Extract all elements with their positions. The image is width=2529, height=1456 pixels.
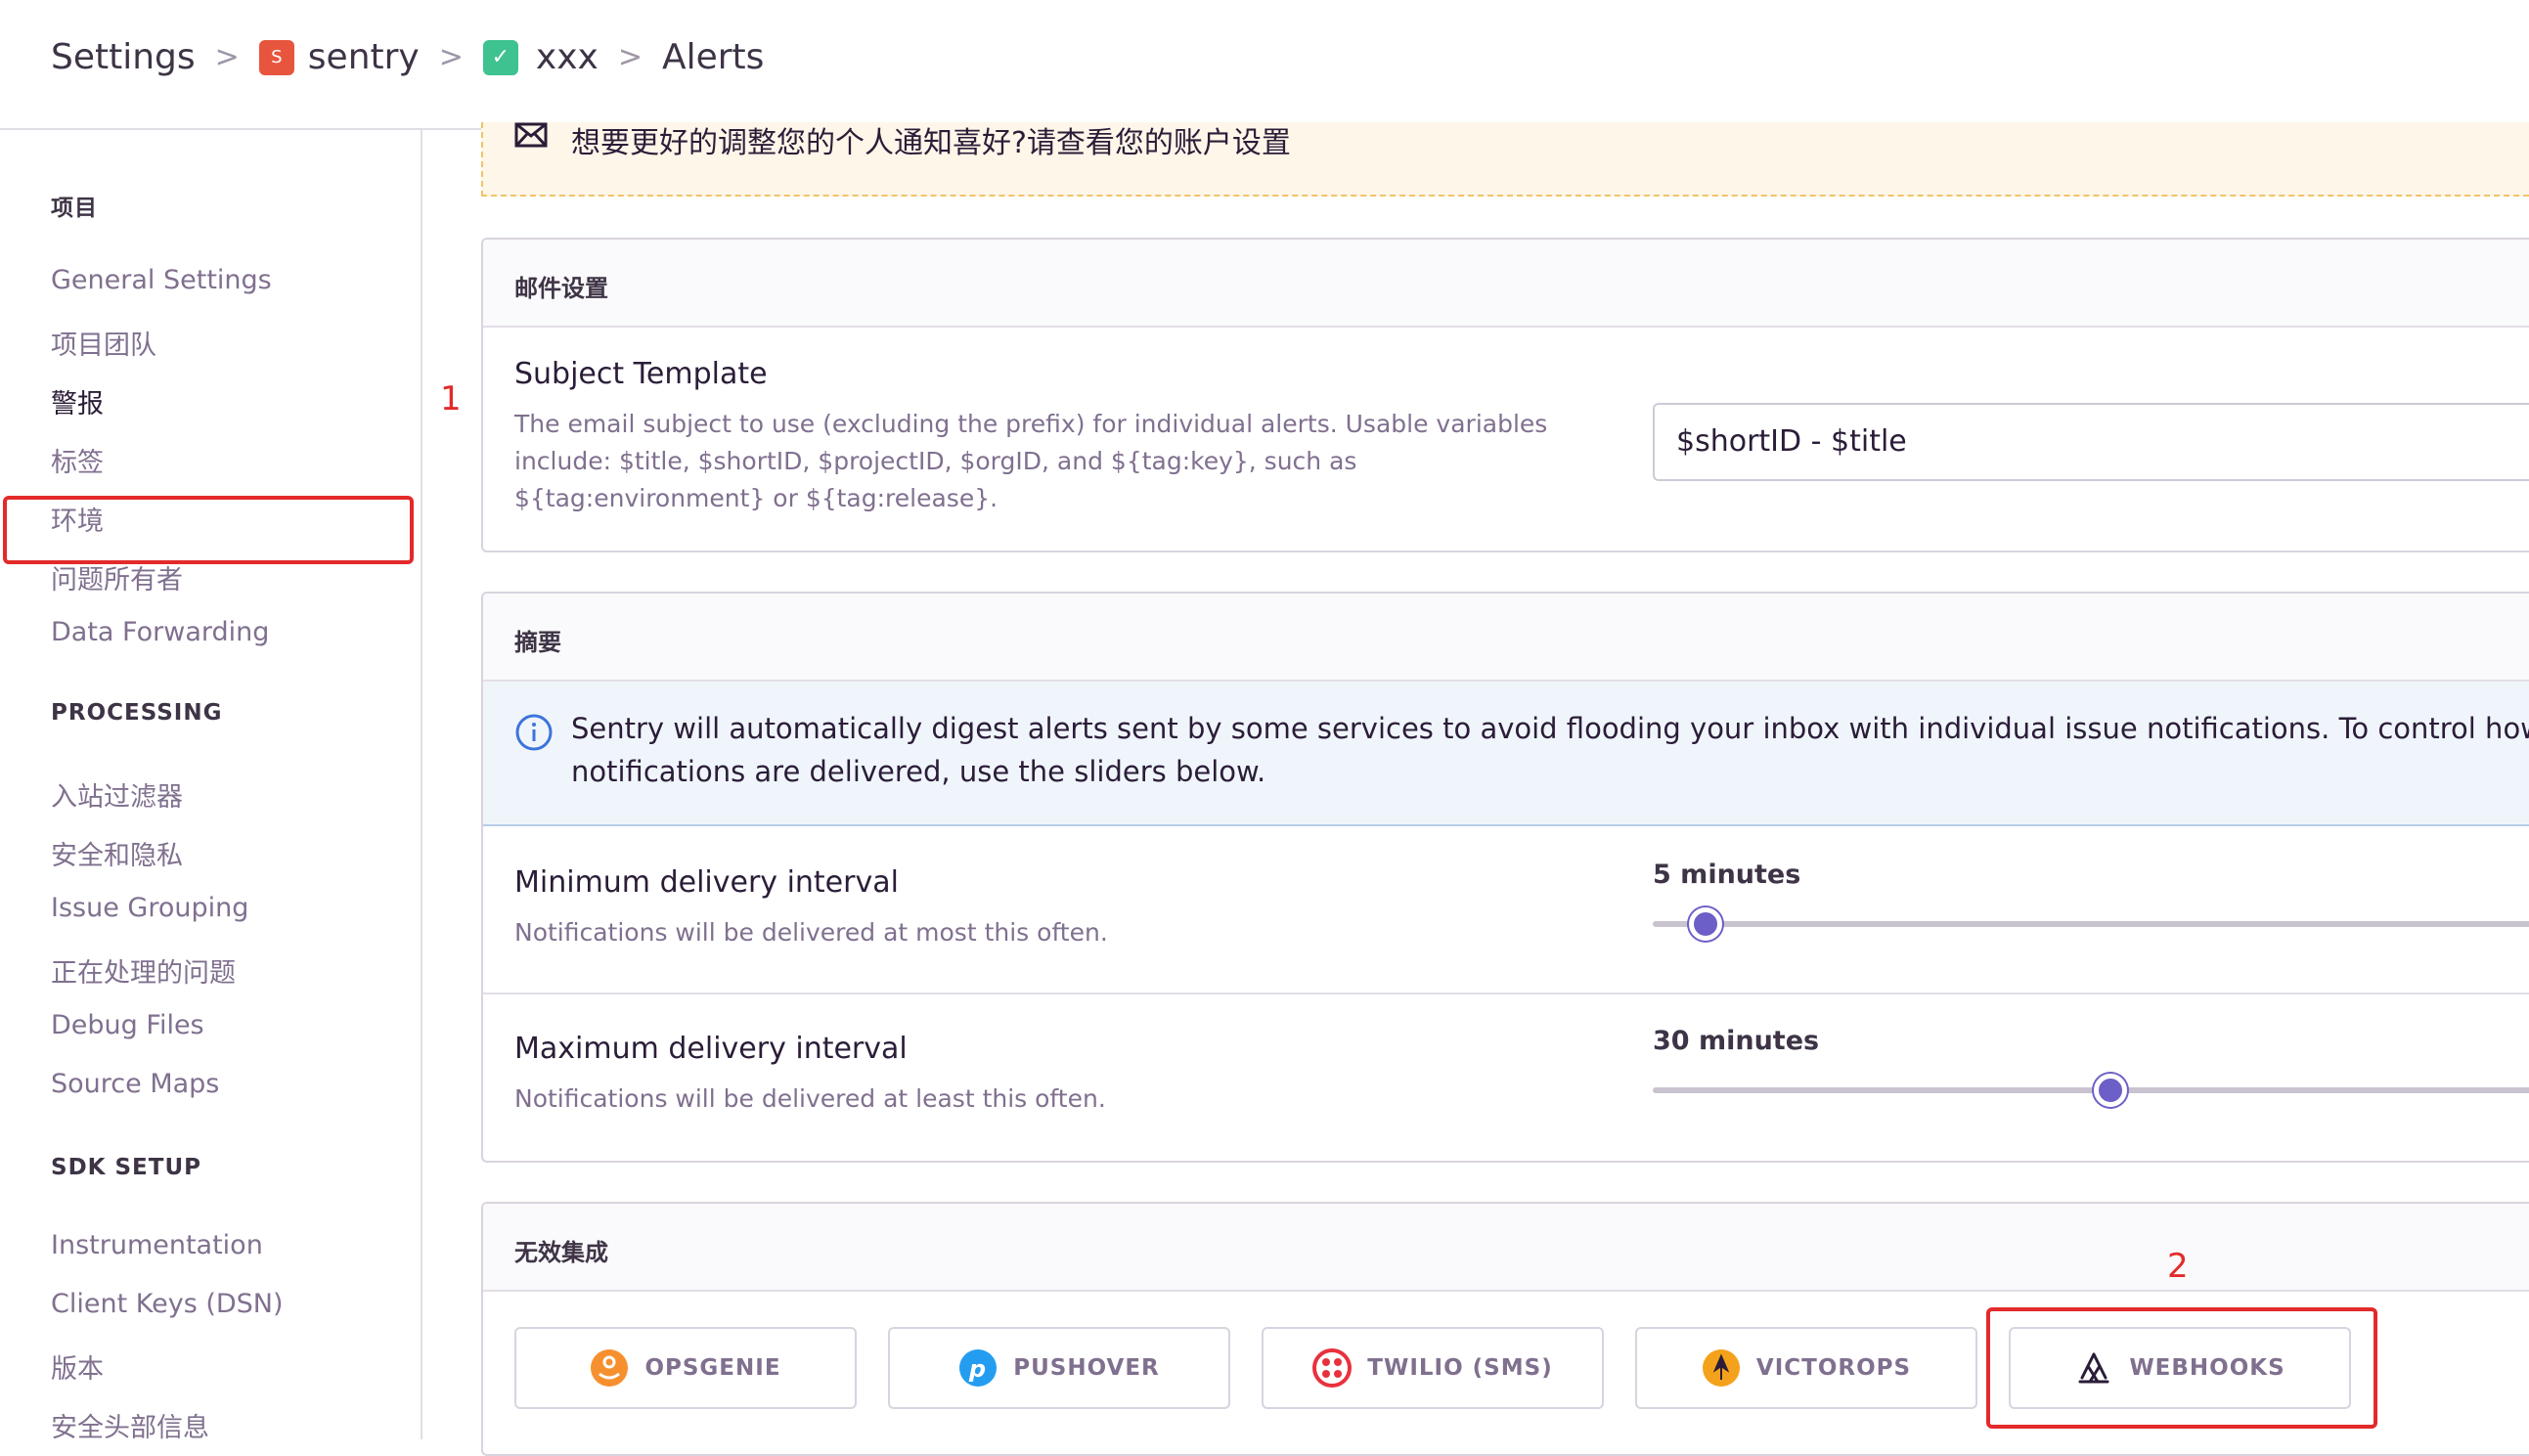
sidebar-item-client-keys[interactable]: Client Keys (DSN) bbox=[51, 1289, 284, 1319]
sidebar-item-inbound-filters[interactable]: 入站过滤器 bbox=[51, 775, 183, 814]
organization-avatar: S bbox=[258, 39, 294, 75]
pushover-button[interactable]: p PUSHOVER bbox=[888, 1327, 1230, 1409]
min-delivery-value: 5 minutes bbox=[1653, 860, 1801, 890]
breadcrumb-settings[interactable]: Settings bbox=[51, 37, 196, 77]
panel-title: 摘要 bbox=[514, 629, 561, 656]
subject-template-help: The email subject to use (excluding the … bbox=[514, 410, 1548, 512]
max-delivery-slider-thumb[interactable] bbox=[2094, 1074, 2127, 1107]
twilio-icon bbox=[1312, 1348, 1353, 1388]
max-delivery-help: Notifications will be delivered at least… bbox=[514, 1084, 1106, 1113]
max-delivery-row: Maximum delivery interval Notifications … bbox=[483, 993, 2529, 1157]
page-header: Settings > S sentry > ✓ xxx > Alerts bbox=[0, 0, 2529, 130]
sidebar-section-sdk-setup: SDK SETUP bbox=[51, 1155, 201, 1180]
min-delivery-row: Minimum delivery interval Notifications … bbox=[483, 828, 2529, 993]
sidebar-section-project: 项目 bbox=[51, 196, 98, 221]
twilio-button[interactable]: TWILIO (SMS) bbox=[1262, 1327, 1604, 1409]
panel-title: 邮件设置 bbox=[514, 275, 608, 302]
sidebar-item-tags[interactable]: 标签 bbox=[51, 441, 104, 479]
main-content: 想要更好的调整您的个人通知喜好?请查看您的账户设置 邮件设置 Subject T… bbox=[481, 122, 2529, 1456]
min-delivery-slider[interactable] bbox=[1653, 907, 2529, 941]
subject-template-label: Subject Template bbox=[514, 357, 768, 391]
breadcrumb-organization[interactable]: S sentry bbox=[258, 37, 420, 77]
sidebar-item-instrumentation[interactable]: Instrumentation bbox=[51, 1230, 263, 1260]
sidebar-item-project-teams[interactable]: 项目团队 bbox=[51, 324, 156, 362]
mail-icon bbox=[514, 122, 548, 148]
breadcrumb: Settings > S sentry > ✓ xxx > Alerts bbox=[51, 37, 764, 77]
victorops-button[interactable]: VICTOROPS bbox=[1635, 1327, 1977, 1409]
banner-text[interactable]: 想要更好的调整您的个人通知喜好?请查看您的账户设置 bbox=[571, 118, 1291, 161]
sidebar-item-processing-issues[interactable]: 正在处理的问题 bbox=[51, 951, 236, 990]
panel-header: 摘要 bbox=[483, 594, 2529, 682]
sidebar-item-releases[interactable]: 版本 bbox=[51, 1347, 104, 1386]
account-settings-banner: 想要更好的调整您的个人通知喜好?请查看您的账户设置 bbox=[481, 122, 2529, 197]
max-delivery-value: 30 minutes bbox=[1653, 1026, 1820, 1056]
breadcrumb-current-page: Alerts bbox=[661, 37, 765, 77]
sidebar-item-issue-grouping[interactable]: Issue Grouping bbox=[51, 893, 248, 923]
victorops-icon bbox=[1702, 1348, 1741, 1388]
sidebar-item-data-forwarding[interactable]: Data Forwarding bbox=[51, 617, 269, 647]
min-delivery-help: Notifications will be delivered at most … bbox=[514, 918, 1108, 947]
sidebar-item-general-settings[interactable]: General Settings bbox=[51, 265, 272, 295]
chevron-right-icon: > bbox=[617, 40, 643, 74]
email-settings-panel: 邮件设置 Subject Template The email subject … bbox=[481, 238, 2529, 552]
min-delivery-label: Minimum delivery interval bbox=[514, 865, 899, 900]
project-avatar: ✓ bbox=[482, 39, 518, 75]
panel-header: 邮件设置 bbox=[483, 240, 2529, 328]
annotation-label-2: 2 bbox=[2167, 1247, 2189, 1286]
sidebar-item-security-privacy[interactable]: 安全和隐私 bbox=[51, 834, 183, 872]
chevron-right-icon: > bbox=[438, 40, 464, 74]
settings-sidebar: 项目 General Settings 项目团队 警报 标签 环境 问题所有者 … bbox=[0, 130, 462, 1443]
sidebar-item-alerts[interactable]: 警报 bbox=[51, 382, 104, 420]
min-delivery-slider-thumb[interactable] bbox=[1689, 907, 1722, 941]
subject-template-input[interactable]: $shortID - $title bbox=[1653, 403, 2529, 481]
max-delivery-label: Maximum delivery interval bbox=[514, 1032, 908, 1066]
sidebar-section-processing: PROCESSING bbox=[51, 700, 223, 726]
digest-info-text: Sentry will automatically digest alerts … bbox=[571, 712, 2529, 788]
sidebar-item-source-maps[interactable]: Source Maps bbox=[51, 1069, 219, 1099]
breadcrumb-project[interactable]: ✓ xxx bbox=[482, 37, 599, 77]
svg-text:p: p bbox=[968, 1355, 987, 1383]
panel-title: 无效集成 bbox=[514, 1239, 608, 1266]
pushover-icon: p bbox=[958, 1348, 998, 1388]
sidebar-item-security-headers[interactable]: 安全头部信息 bbox=[51, 1406, 209, 1444]
max-delivery-slider[interactable] bbox=[1653, 1074, 2529, 1107]
annotation-label-1: 1 bbox=[440, 379, 462, 419]
opsgenie-button[interactable]: OPSGENIE bbox=[514, 1327, 857, 1409]
info-icon bbox=[515, 714, 553, 751]
panel-header: 无效集成 bbox=[483, 1204, 2529, 1292]
digest-panel: 摘要 Sentry will automatically digest aler… bbox=[481, 592, 2529, 1163]
opsgenie-icon bbox=[590, 1348, 629, 1388]
sidebar-item-debug-files[interactable]: Debug Files bbox=[51, 1010, 204, 1040]
chevron-right-icon: > bbox=[214, 40, 240, 74]
annotation-box-webhooks bbox=[1986, 1307, 2377, 1429]
digest-info-alert: Sentry will automatically digest alerts … bbox=[483, 682, 2529, 826]
annotation-box-alerts bbox=[3, 496, 414, 564]
